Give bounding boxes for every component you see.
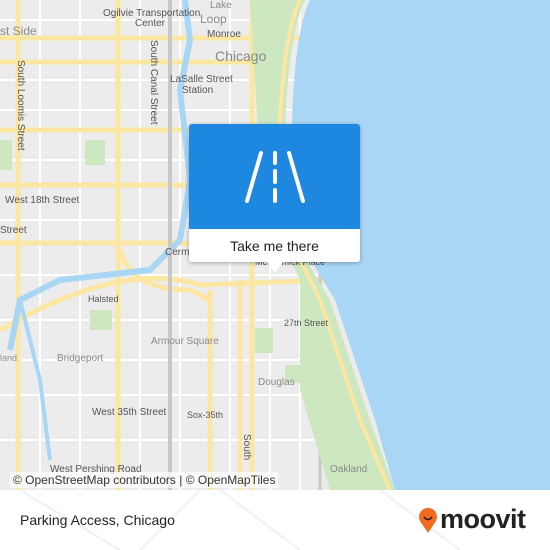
map-label: Center — [135, 18, 166, 29]
map-label: South Canal Street — [148, 40, 159, 125]
map-label: Douglas — [258, 377, 295, 388]
map-attribution[interactable]: © OpenStreetMap contributors | © OpenMap… — [10, 472, 279, 488]
map-label: land — [0, 353, 18, 363]
map-label: South — [241, 434, 252, 461]
destination-popup: Take me there — [189, 124, 360, 272]
take-me-there-button[interactable]: Take me there — [189, 229, 360, 262]
map-label: Oakland — [330, 464, 368, 475]
map-label: Halsted — [88, 294, 119, 304]
map-label: 27th Street — [284, 318, 329, 328]
map-label: Lake — [210, 0, 232, 11]
map-label: Sox-35th — [187, 410, 224, 420]
map-label: Bridgeport — [57, 353, 104, 364]
footer: Parking Access, Chicago moovit — [0, 490, 550, 550]
map-label: Chicago — [215, 48, 267, 64]
road-icon — [244, 150, 305, 203]
popup-pointer — [267, 262, 283, 272]
map-label: South Loomis Street — [15, 60, 26, 151]
map-label: LaSalle Street — [170, 74, 233, 85]
map-label: Monroe — [207, 29, 241, 40]
map-label: West 35th Street — [92, 407, 167, 418]
map-label: West 18th Street — [5, 195, 80, 206]
moovit-logo[interactable]: moovit — [418, 504, 526, 535]
map-label: st Side — [0, 24, 37, 38]
map-label: Armour Square — [151, 336, 219, 347]
map-label: Loop — [200, 12, 227, 26]
moovit-wordmark: moovit — [440, 504, 526, 534]
map-label: Street — [0, 225, 27, 236]
popup-header — [189, 124, 360, 229]
map-label: Station — [182, 85, 214, 96]
moovit-pin-icon — [419, 507, 437, 533]
place-name: Parking Access, Chicago — [20, 512, 175, 528]
